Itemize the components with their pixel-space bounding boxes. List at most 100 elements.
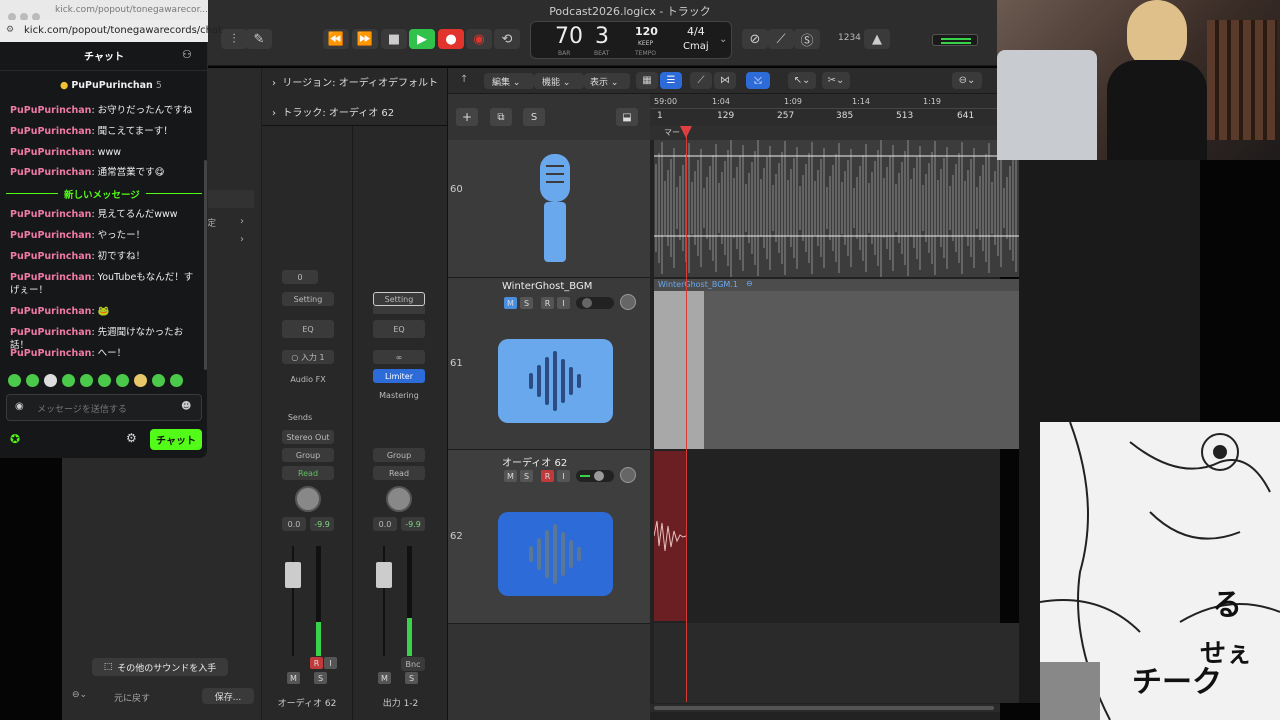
record-button[interactable]: ● xyxy=(438,29,464,49)
strip1-pan[interactable]: 0.0 xyxy=(282,517,306,531)
strip1-group[interactable]: Group xyxy=(282,448,334,462)
emote-icon[interactable] xyxy=(98,374,111,387)
emote-icon[interactable] xyxy=(8,374,21,387)
mixer-icon[interactable]: ⫶ xyxy=(221,29,247,49)
strip2-setting[interactable]: Setting xyxy=(373,292,425,306)
emote-icon[interactable] xyxy=(26,374,39,387)
track-61[interactable]: 61 WinterGhost_BGM M S R I xyxy=(448,278,650,450)
pointer-tool-icon[interactable]: ↖⌄ xyxy=(788,72,816,89)
strip2-mastering[interactable]: Mastering xyxy=(373,388,425,402)
strip1-eq[interactable]: EQ xyxy=(282,320,334,338)
cycle-button[interactable]: ⟲ xyxy=(494,29,520,49)
window-controls[interactable] xyxy=(8,6,48,21)
track-62-record[interactable]: R xyxy=(541,470,554,482)
strip2-automation[interactable]: Read xyxy=(373,466,425,480)
flex-icon[interactable]: ⋈ xyxy=(714,72,736,89)
strip1-record[interactable]: R xyxy=(310,657,323,669)
grid-icon[interactable]: ▦ xyxy=(636,72,658,89)
users-icon[interactable]: ⚇ xyxy=(182,48,192,61)
tuner-icon[interactable]: ⟋ xyxy=(768,29,794,49)
strip2-gain-slot[interactable] xyxy=(373,306,425,314)
strip2-pan[interactable]: 0.0 xyxy=(373,517,397,531)
snap-icon[interactable]: ⤩ xyxy=(746,72,770,89)
emoji-picker-icon[interactable]: ☻ xyxy=(181,401,191,412)
chat-username[interactable]: PuPuPurinchan xyxy=(10,272,91,283)
track-62-mute[interactable]: M xyxy=(504,470,517,482)
global-solo-icon[interactable]: S xyxy=(523,108,545,126)
region-inspector-header[interactable]: › リージョン: オーディオデフォルト xyxy=(272,74,438,89)
emote-icon[interactable] xyxy=(170,374,183,387)
pinned-user[interactable]: ● PuPuPurinchan 5 xyxy=(60,80,162,91)
solo-icon[interactable]: Ⓢ xyxy=(794,29,820,49)
shield-icon[interactable]: ⊘ xyxy=(742,29,768,49)
scissors-tool-icon[interactable]: ✂⌄ xyxy=(822,72,850,89)
playhead[interactable] xyxy=(686,130,687,702)
gain-value[interactable]: 0 xyxy=(282,270,318,284)
more-options-icon[interactable]: ⊖⌄ xyxy=(952,72,982,89)
chat-username[interactable]: PuPuPurinchan xyxy=(10,126,91,137)
strip1-pan-knob[interactable] xyxy=(295,486,321,512)
chat-input[interactable]: ◉ メッセージを送信する ☻ xyxy=(6,394,202,421)
metronome-icon[interactable]: ▲ xyxy=(864,29,890,49)
editor-icon[interactable]: ✎ xyxy=(246,29,272,49)
list-icon[interactable]: ☰ xyxy=(660,72,682,89)
chevron-down-icon[interactable]: ⌄ xyxy=(719,34,727,45)
chat-user-icon[interactable]: ◉ xyxy=(15,401,24,412)
strip2-pan-knob[interactable] xyxy=(386,486,412,512)
empty-lane[interactable] xyxy=(654,623,1019,703)
library-item-partial[interactable]: 定 xyxy=(207,216,216,229)
horizontal-scrollbar[interactable] xyxy=(650,704,1000,712)
emote-icon[interactable] xyxy=(44,374,57,387)
strip1-sends[interactable]: Sends xyxy=(282,410,318,424)
strip1-audio-fx[interactable]: Audio FX xyxy=(282,372,334,386)
duplicate-track-icon[interactable]: ⧉ xyxy=(490,108,512,126)
track-62[interactable]: 62 オーディオ 62 M S R I xyxy=(448,450,650,624)
track-61-solo[interactable]: S xyxy=(520,297,533,309)
strip1-input[interactable]: ○ 入力 1 xyxy=(282,350,334,364)
emote-icon[interactable] xyxy=(134,374,147,387)
chevron-right-icon[interactable]: › xyxy=(240,216,244,227)
chat-username[interactable]: PuPuPurinchan xyxy=(10,230,91,241)
catch-icon[interactable]: ⬓ xyxy=(616,108,638,126)
track-61-input[interactable]: I xyxy=(557,297,570,309)
track-62-solo[interactable]: S xyxy=(520,470,533,482)
stop-button[interactable]: ■ xyxy=(381,29,407,49)
track-62-volume-slider[interactable] xyxy=(576,470,614,482)
chat-username[interactable]: PuPuPurinchan xyxy=(10,251,91,262)
lcd-display[interactable]: 70 3 BAR BEAT 120 KEEP TEMPO 4/4 Cmaj ⌄ xyxy=(530,21,732,59)
emote-icon[interactable] xyxy=(116,374,129,387)
chat-username[interactable]: PuPuPurinchan xyxy=(10,348,91,359)
revert-button[interactable]: 元に戻す xyxy=(114,691,150,704)
add-track-button[interactable]: + xyxy=(456,108,478,126)
strip1-automation[interactable]: Read xyxy=(282,466,334,480)
track-61-record[interactable]: R xyxy=(541,297,554,309)
automation-icon[interactable]: ⟋ xyxy=(690,72,712,89)
track-61-mute[interactable]: M xyxy=(504,297,517,309)
functions-menu[interactable]: 機能 ⌄ xyxy=(534,73,584,89)
link-icon[interactable]: ∞ xyxy=(373,350,425,364)
up-arrow-icon[interactable]: ↑ xyxy=(460,74,468,85)
count-in[interactable]: 1234 xyxy=(838,33,861,43)
region-track-60[interactable] xyxy=(654,140,1019,277)
strip2-limiter[interactable]: Limiter xyxy=(373,369,425,383)
site-settings-icon[interactable]: ⚙ xyxy=(6,25,14,35)
emote-icon[interactable] xyxy=(152,374,165,387)
strip2-fader[interactable] xyxy=(376,562,392,588)
strip1-input-monitor[interactable]: I xyxy=(324,657,337,669)
chat-username[interactable]: PuPuPurinchan xyxy=(10,167,91,178)
chat-username[interactable]: PuPuPurinchan xyxy=(10,306,91,317)
track-62-input[interactable]: I xyxy=(557,470,570,482)
chat-username[interactable]: PuPuPurinchan xyxy=(10,209,91,220)
chevron-right-icon-2[interactable]: › xyxy=(240,234,244,245)
region-track-62[interactable] xyxy=(653,451,687,621)
chat-send-button[interactable]: チャット xyxy=(150,429,202,450)
track-62-pan-knob[interactable] xyxy=(620,467,636,483)
ruler[interactable]: 59:00 1:04 1:09 1:14 1:19 1 129 257 385 … xyxy=(650,94,1000,126)
strip2-mute[interactable]: M xyxy=(378,672,391,684)
chat-username[interactable]: PuPuPurinchan xyxy=(10,105,91,116)
region-track-61[interactable]: WinterGhost_BGM.1 ⊖ xyxy=(654,279,1019,449)
view-menu[interactable]: 表示 ⌄ xyxy=(584,73,630,89)
track-61-volume-slider[interactable] xyxy=(576,297,614,309)
track-60[interactable]: 60 xyxy=(448,140,650,278)
chat-username[interactable]: PuPuPurinchan xyxy=(10,327,91,338)
